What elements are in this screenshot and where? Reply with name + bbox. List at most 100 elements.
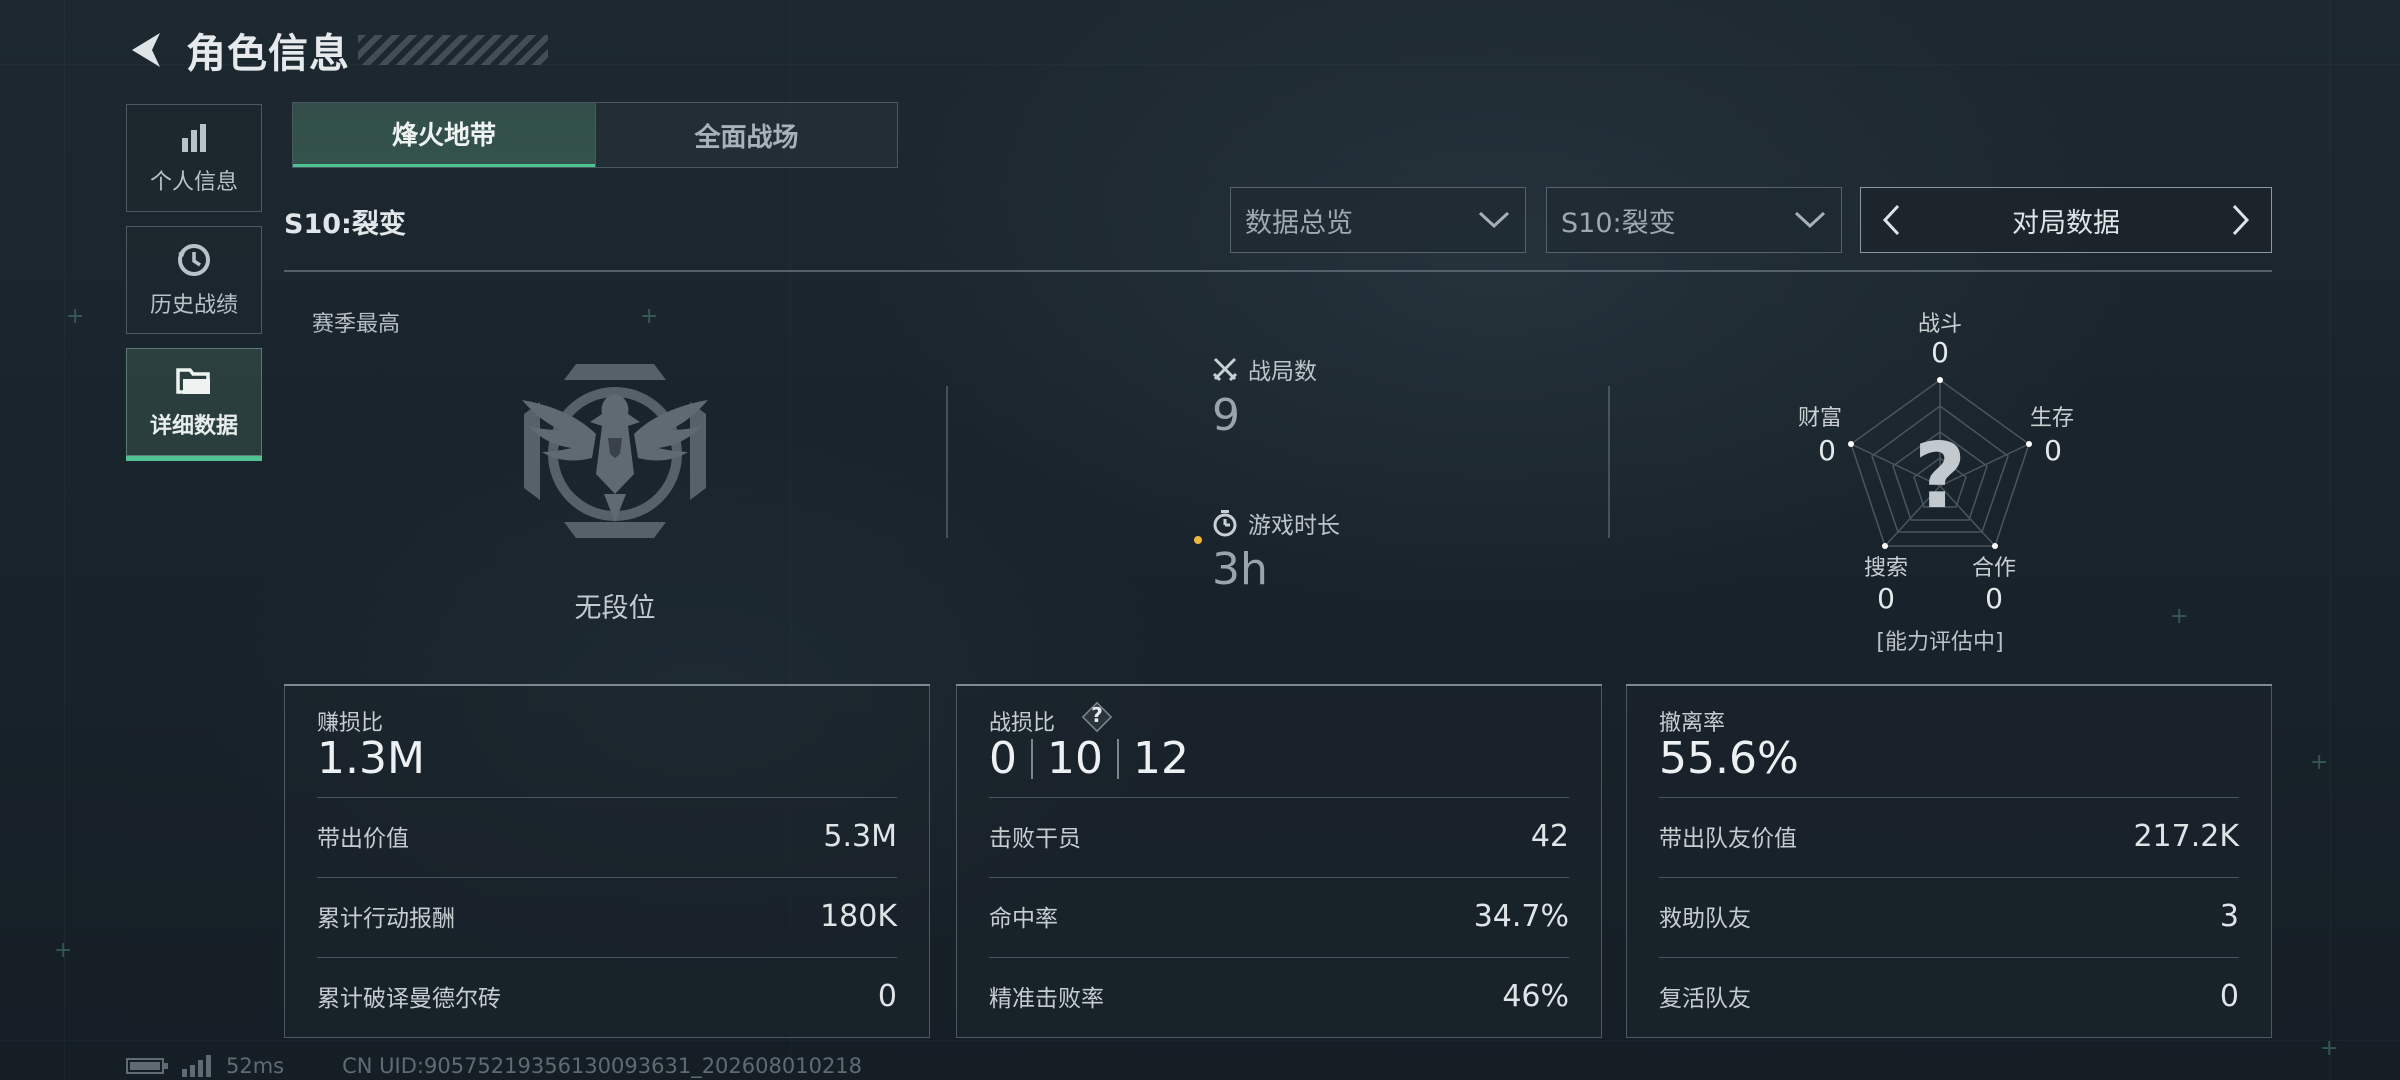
stat-row: 命中率 34.7% xyxy=(989,891,1569,941)
season-dropdown[interactable]: S10:裂变 xyxy=(1546,187,1842,253)
signal-icon xyxy=(182,1055,211,1077)
stat-row-label: 复活队友 xyxy=(1659,986,1751,1012)
stat-row-value: 0 xyxy=(2219,978,2239,1014)
prev-arrow-icon[interactable] xyxy=(1871,195,1911,245)
matches-label: 战局数 xyxy=(1248,359,1317,385)
mode-tabs: 烽火地带 全面战场 xyxy=(292,102,898,168)
stat-row: 带出队友价值 217.2K xyxy=(1659,811,2239,861)
section-divider xyxy=(1608,386,1610,538)
page-title: 角色信息 xyxy=(186,31,350,77)
history-clock-icon xyxy=(178,244,210,276)
section-divider xyxy=(946,386,948,538)
stat-row-label: 命中率 xyxy=(989,906,1058,932)
row-divider xyxy=(1659,877,2239,878)
stat-row-value: 34.7% xyxy=(1473,898,1569,934)
status-footer: 52ms CN UID:9057521935613009363​1_202608… xyxy=(126,1054,862,1078)
kd-separator xyxy=(1117,738,1119,779)
tab-warzone[interactable]: 烽火地带 xyxy=(293,103,595,167)
overview-dropdown[interactable]: 数据总览 xyxy=(1230,187,1526,253)
bg-plus-mark: + xyxy=(66,304,85,329)
kd-value: 0 xyxy=(989,733,1017,784)
bar-chart-icon xyxy=(182,124,206,152)
bg-plus-mark: + xyxy=(2170,604,2189,629)
matches-stat: 战局数 9 xyxy=(1212,352,1317,441)
highlight-dot xyxy=(1194,536,1202,544)
kd-value: 10 xyxy=(1047,733,1103,784)
header-divider xyxy=(284,270,2272,272)
radar-value-search: 0 xyxy=(1877,582,1895,615)
radar-unknown-mark: ? xyxy=(1913,424,1967,529)
player-uid: CN UID:9057521935613009363​1_20260801021… xyxy=(342,1054,863,1078)
playtime-value: 3h xyxy=(1212,544,1268,595)
sidebar-item-label: 详细数据 xyxy=(149,414,238,439)
stat-row-value: 217.2K xyxy=(2133,818,2239,854)
stopwatch-icon xyxy=(1213,510,1237,537)
playtime-label: 游戏时长 xyxy=(1248,513,1340,539)
radar-label-wealth: 财富 xyxy=(1797,406,1842,431)
rank-text: 无段位 xyxy=(574,593,656,624)
stat-row-value: 46% xyxy=(1502,978,1569,1014)
radar-value-coop: 0 xyxy=(1985,582,2003,615)
stat-row: 击败干员 42 xyxy=(989,811,1569,861)
card-main-value: 55.6% xyxy=(1659,733,1799,784)
page-header: 角色信息 xyxy=(124,22,548,78)
folder-icon xyxy=(176,368,210,394)
dropdown-value: S10:裂变 xyxy=(1561,207,1676,239)
radar-value-survival: 0 xyxy=(2044,434,2062,467)
stat-row-value: 42 xyxy=(1530,818,1569,854)
stat-row-label: 带出队友价值 xyxy=(1659,826,1797,852)
crossed-swords-icon xyxy=(1212,357,1238,382)
chevron-down-icon xyxy=(1478,211,1510,229)
next-arrow-icon[interactable] xyxy=(2221,195,2261,245)
dropdown-value: 数据总览 xyxy=(1245,207,1353,239)
sidebar-item-details[interactable]: 详细数据 xyxy=(126,348,262,461)
stat-row-label: 精准击败率 xyxy=(989,986,1104,1012)
radar-label-coop: 合作 xyxy=(1971,556,2016,581)
row-divider xyxy=(989,877,1569,878)
radar-note: [能力评估中] xyxy=(1876,630,2004,655)
help-icon[interactable]: ? xyxy=(1081,701,1113,733)
card-main-value: 1.3M xyxy=(317,733,425,784)
bg-grid-line xyxy=(2330,0,2331,1080)
row-divider xyxy=(989,957,1569,958)
row-divider xyxy=(317,877,897,878)
extract-card: 撤离率 55.6% 带出队友价值 217.2K 救助队友 3 复活队友 0 xyxy=(1626,684,2272,1038)
stat-row: 累计行动报酬 180K xyxy=(317,891,897,941)
stat-row-label: 救助队友 xyxy=(1659,906,1751,932)
help-mark: ? xyxy=(1091,703,1103,727)
battery-icon xyxy=(126,1058,168,1074)
match-data-label: 对局数据 xyxy=(2012,207,2120,239)
title-decoration xyxy=(358,35,548,65)
row-divider xyxy=(1659,957,2239,958)
radar-label-combat: 战斗 xyxy=(1917,312,1962,337)
ping-value: 52ms xyxy=(226,1054,285,1078)
profit-card: 赚损比 1.3M 带出价值 5.3M 累计行动报酬 180K 累计破译曼德尔砖 … xyxy=(284,684,930,1038)
tab-battlefield[interactable]: 全面战场 xyxy=(595,103,897,167)
bg-plus-mark: + xyxy=(2310,750,2329,775)
radar-label-survival: 生存 xyxy=(2029,406,2074,431)
stat-row-value: 5.3M xyxy=(823,818,897,854)
bg-grid-line xyxy=(0,1040,2400,1041)
sidebar-item-profile[interactable]: 个人信息 xyxy=(126,104,262,212)
season-best-label: 赛季最高 xyxy=(312,312,401,337)
stat-row: 救助队友 3 xyxy=(1659,891,2239,941)
match-data-selector: 对局数据 xyxy=(1860,187,2272,253)
radar-label-search: 搜索 xyxy=(1863,556,1908,581)
sidebar-item-history[interactable]: 历史战绩 xyxy=(126,226,262,334)
kd-separator xyxy=(1031,738,1033,779)
stat-row-label: 累计行动报酬 xyxy=(317,906,455,932)
playtime-stat: 游戏时长 3h xyxy=(1212,506,1340,595)
rank-emblem-icon xyxy=(522,364,708,538)
chevron-down-icon xyxy=(1794,211,1826,229)
bg-plus-mark: + xyxy=(640,304,659,329)
matches-value: 9 xyxy=(1212,390,1240,441)
season-title: S10:裂变 xyxy=(284,209,406,240)
stat-row-label: 带出价值 xyxy=(317,826,409,852)
back-arrow-icon[interactable] xyxy=(124,27,170,73)
kd-values: 0 10 12 xyxy=(989,733,1189,784)
row-divider xyxy=(317,797,897,798)
row-divider xyxy=(1659,797,2239,798)
stat-row: 带出价值 5.3M xyxy=(317,811,897,861)
stat-row-label: 累计破译曼德尔砖 xyxy=(317,986,501,1012)
row-divider xyxy=(317,957,897,958)
